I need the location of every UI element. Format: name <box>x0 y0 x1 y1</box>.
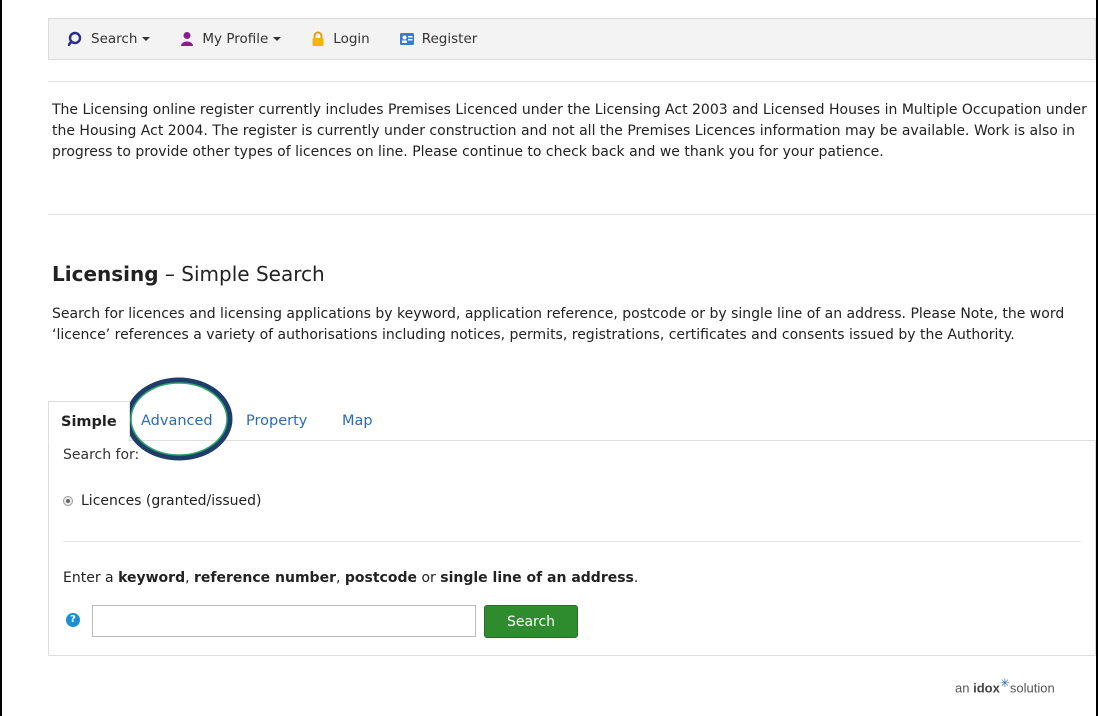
notice-text: The Licensing online register currently … <box>52 102 1087 160</box>
divider <box>48 81 1096 82</box>
nav-login-label: Login <box>333 31 370 47</box>
user-icon <box>178 30 196 48</box>
logo-star-icon: ✳ <box>999 676 1010 690</box>
idox-logo: an idox✳solution <box>955 676 1055 695</box>
nav-register-label: Register <box>421 31 478 47</box>
search-button[interactable]: Search <box>484 605 578 638</box>
search-input[interactable] <box>92 605 476 637</box>
radio-label: Licences (granted/issued) <box>81 493 262 509</box>
licences-radio-option[interactable]: Licences (granted/issued) <box>63 493 262 509</box>
nav-search-label: Search <box>91 31 138 47</box>
search-instructions: Enter a keyword, reference number, postc… <box>63 570 638 586</box>
page-title-dash: – <box>158 262 182 286</box>
instruction-text: , <box>335 570 345 586</box>
instruction-text: Enter a <box>63 570 119 586</box>
page-title-rest: Simple Search <box>181 262 325 286</box>
logo-suffix: solution <box>1009 680 1055 696</box>
search-panel: Search for: Licences (granted/issued) En… <box>48 440 1096 656</box>
chevron-down-icon <box>142 37 151 41</box>
tab-property[interactable]: Property <box>246 401 307 441</box>
tab-map[interactable]: Map <box>342 401 373 441</box>
help-icon[interactable]: ? <box>66 613 80 627</box>
divider <box>48 214 1096 215</box>
chevron-down-icon <box>273 37 282 41</box>
divider <box>63 541 1081 542</box>
logo-prefix: an <box>955 680 974 696</box>
search-for-label: Search for: <box>63 447 140 463</box>
nav-search-dropdown[interactable]: Search <box>67 30 151 48</box>
nav-my-profile-label: My Profile <box>202 31 269 47</box>
register-icon <box>398 30 416 48</box>
tab-simple[interactable]: Simple <box>48 401 130 442</box>
tab-advanced[interactable]: Advanced <box>141 401 213 441</box>
frame-border-left <box>0 0 2 716</box>
instruction-text: , <box>185 570 195 586</box>
logo-brand: idox <box>973 680 1000 696</box>
instruction-keyword: keyword <box>118 570 186 586</box>
search-icon <box>67 30 85 48</box>
instruction-keyword: postcode <box>344 570 417 586</box>
nav-login-link[interactable]: Login <box>309 30 370 48</box>
search-tabs: Simple Advanced Property Map <box>48 401 1096 442</box>
lock-icon <box>309 30 327 48</box>
nav-my-profile-dropdown[interactable]: My Profile <box>178 30 282 48</box>
instruction-keyword: reference number <box>194 570 336 586</box>
page-description: Search for licences and licensing applic… <box>52 306 1065 343</box>
nav-register-link[interactable]: Register <box>398 30 478 48</box>
instruction-text: or <box>417 570 441 586</box>
top-navbar: Search My Profile Login Register <box>48 18 1096 60</box>
instruction-text: . <box>633 570 639 586</box>
page-title-strong: Licensing <box>52 262 159 286</box>
radio-button[interactable] <box>63 496 73 506</box>
instruction-keyword: single line of an address <box>440 570 634 586</box>
page-title: Licensing – Simple Search <box>52 262 325 286</box>
